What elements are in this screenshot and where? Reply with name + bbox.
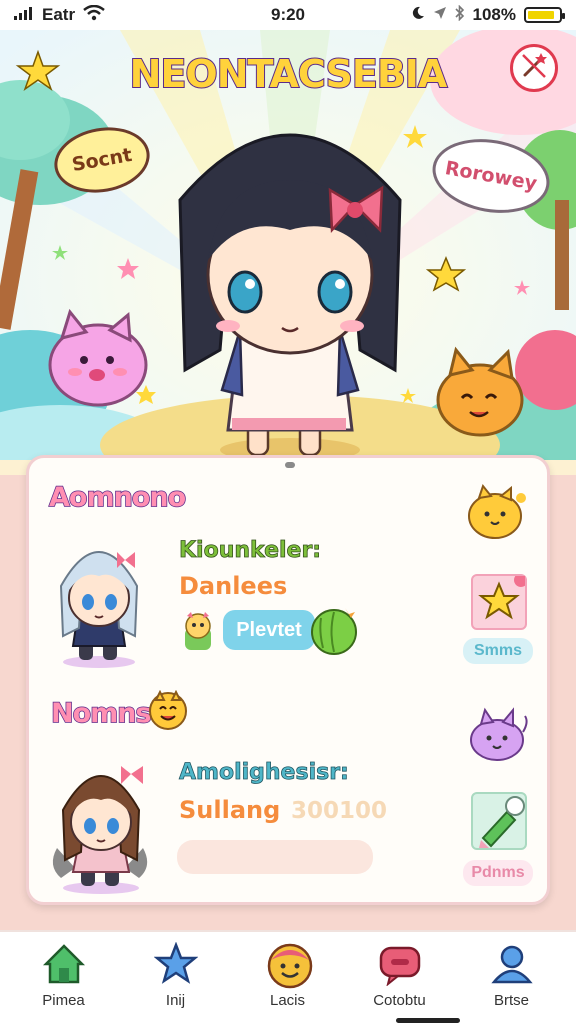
section1-title: Aomnono xyxy=(48,481,187,514)
tab-chat[interactable]: Cotobtu xyxy=(342,932,457,1026)
smiley-sticker-icon xyxy=(147,689,189,732)
chat-icon xyxy=(379,946,421,986)
brush-icon xyxy=(479,796,525,848)
character-panel: Aomnono Kiounkeler: Danlees Plevtet Nomn… xyxy=(26,455,550,905)
speech-bubble-right-text: Rorowey xyxy=(443,157,539,195)
status-bar: Eatr 9:20 108% xyxy=(0,0,576,30)
edit-brush-button[interactable] xyxy=(471,792,527,850)
game-scene: NEONTACSEBIA Socnt Rorowey xyxy=(0,30,576,475)
signal-icon xyxy=(14,5,34,25)
settings-button[interactable] xyxy=(510,44,558,92)
smiley-icon xyxy=(267,943,313,989)
side-button2-label[interactable]: Pdnms xyxy=(463,860,533,886)
panel-drag-handle[interactable] xyxy=(285,462,295,468)
side-button1-label[interactable]: Smms xyxy=(463,638,533,664)
star-icon xyxy=(478,573,528,620)
play-pill-button[interactable]: Plevtet xyxy=(223,610,315,650)
section2-title: Nomns xyxy=(50,697,152,730)
character1-avatar[interactable] xyxy=(47,528,147,668)
wifi-icon xyxy=(83,4,105,26)
tab-home[interactable]: Pimea xyxy=(6,932,121,1026)
empty-progress-bar xyxy=(177,840,373,874)
wand-icon xyxy=(519,51,549,85)
mini-creature-icon xyxy=(179,610,219,654)
star-icon xyxy=(154,942,198,984)
moon-icon xyxy=(411,5,425,25)
tab-star[interactable]: Inij xyxy=(118,932,233,1026)
section2-value: Sullang xyxy=(179,796,281,824)
location-icon xyxy=(433,5,447,25)
tab-smiley[interactable]: Lacis xyxy=(230,932,345,1026)
yellow-pet-icon[interactable] xyxy=(465,482,529,542)
section2-label: Amolighesisr: xyxy=(179,760,350,786)
battery-percent: 108% xyxy=(472,5,516,24)
tab-smiley-label: Lacis xyxy=(269,992,306,1009)
battery-fill xyxy=(528,11,554,19)
section1-value: Danlees xyxy=(179,572,288,600)
home-indicator[interactable] xyxy=(396,1018,460,1023)
tab-home-label: Pimea xyxy=(42,992,85,1009)
speech-bubble-left-text: Socnt xyxy=(70,143,134,177)
person-icon xyxy=(491,945,533,984)
character2-avatar[interactable] xyxy=(47,748,153,894)
carrier-name: Eatr xyxy=(42,5,76,24)
tab-profile[interactable]: Brtse xyxy=(454,932,569,1026)
status-left: Eatr xyxy=(14,4,105,26)
status-time: 9:20 xyxy=(270,5,306,24)
section1-label: Kiounkeler: xyxy=(179,538,322,564)
melon-icon xyxy=(309,604,361,656)
house-icon xyxy=(42,944,86,984)
battery-icon xyxy=(524,7,565,23)
section2-score: 300100 xyxy=(291,798,388,824)
bluetooth-icon xyxy=(454,4,465,26)
bottom-tab-bar: Pimea Inij Lacis Cotobtu Brtse xyxy=(0,930,576,1026)
tab-chat-label: Cotobtu xyxy=(373,992,426,1009)
tab-profile-label: Brtse xyxy=(493,992,529,1009)
scene-background xyxy=(0,30,576,475)
favorite-star-button[interactable] xyxy=(471,573,528,630)
purple-pet-icon[interactable] xyxy=(467,702,531,766)
status-right: 108% xyxy=(411,4,565,26)
tab-star-label: Inij xyxy=(165,992,186,1009)
game-title: NEONTACSEBIA xyxy=(129,51,449,97)
